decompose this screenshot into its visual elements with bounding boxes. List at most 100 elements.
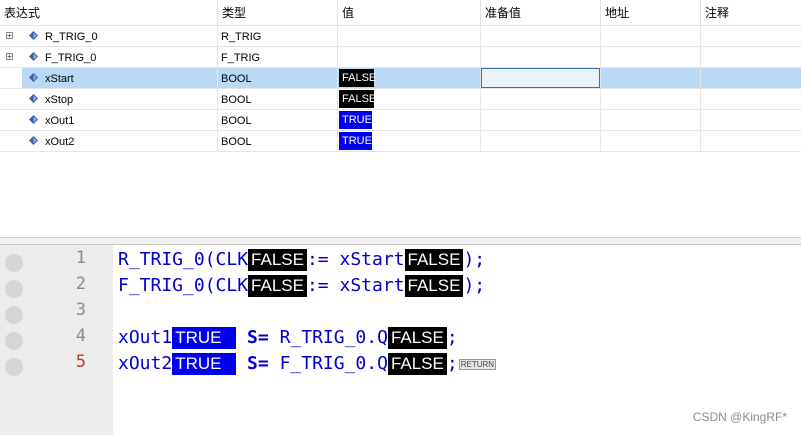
variable-name: xOut2 (45, 136, 75, 148)
code-editor[interactable]: 1 2 3 4 5 R_TRIG_0(CLK FALSE:= xStart FALS… (0, 245, 801, 435)
value-cell (338, 47, 481, 67)
watermark: CSDN @KingRF* (692, 410, 787, 424)
code-line-4[interactable]: xOut1 TRUE S= R_TRIG_0.Q FALSE; (118, 326, 458, 350)
value-badge-false: FALSE (339, 69, 376, 87)
table-row[interactable]: + F_TRIG_0 F_TRIG (0, 47, 801, 68)
code-text: := xStart (306, 275, 405, 296)
monitor-value-false[interactable]: FALSE (387, 327, 447, 349)
expression-cell: xStart (0, 68, 218, 88)
code-text: ); (463, 275, 486, 296)
comment-cell (701, 26, 801, 46)
table-row[interactable]: xOut2 BOOL TRUE (0, 131, 801, 152)
table-row-selected[interactable]: xStart BOOL FALSE (0, 68, 801, 89)
variable-icon (29, 94, 38, 103)
monitor-value-false[interactable]: FALSE (248, 249, 307, 271)
expand-icon[interactable]: + (6, 32, 13, 40)
prepared-value-cell[interactable] (481, 47, 601, 67)
set-operator: S= (247, 327, 269, 348)
line-number: 2 (75, 274, 86, 294)
address-cell (601, 89, 701, 109)
value-badge-true: TRUE (339, 132, 372, 150)
return-marker: RETURN (458, 358, 497, 370)
value-cell (338, 26, 481, 46)
code-text: F_TRIG_0(CLK (118, 275, 249, 296)
comment-cell (701, 47, 801, 67)
variable-name: xStart (45, 73, 74, 85)
code-line-2[interactable]: F_TRIG_0(CLK FALSE:= xStart FALSE); (118, 274, 485, 298)
comment-cell (701, 89, 801, 109)
address-cell (601, 68, 701, 88)
code-text: R_TRIG_0.Q (279, 327, 388, 348)
breakpoint-marker[interactable] (5, 332, 23, 350)
code-text: R_TRIG_0(CLK (118, 249, 249, 270)
value-cell: TRUE (338, 110, 481, 130)
code-text: xOut1 (118, 327, 173, 348)
table-row[interactable]: + R_TRIG_0 R_TRIG (0, 26, 801, 47)
variable-name: xOut1 (45, 115, 75, 127)
col-header-value[interactable]: 值 (338, 0, 481, 25)
expand-icon[interactable]: + (6, 53, 13, 61)
variable-icon (29, 115, 38, 124)
type-cell: BOOL (218, 131, 338, 151)
variable-name: R_TRIG_0 (45, 31, 98, 43)
col-header-expression[interactable]: 表达式 (0, 0, 218, 25)
col-header-prepared-value[interactable]: 准备值 (481, 0, 601, 25)
prepared-value-cell[interactable] (481, 68, 601, 88)
variable-icon (29, 136, 38, 145)
variable-icon (29, 73, 38, 82)
address-cell (601, 131, 701, 151)
monitor-value-true[interactable]: TRUE (172, 353, 237, 375)
variable-name: xStop (45, 94, 74, 106)
type-cell: R_TRIG (218, 26, 338, 46)
prepared-value-input[interactable] (481, 68, 600, 88)
breakpoint-marker[interactable] (5, 306, 23, 324)
code-text: := xStart (306, 249, 405, 270)
breakpoint-marker[interactable] (5, 254, 23, 272)
prepared-value-cell[interactable] (481, 89, 601, 109)
line-number: 3 (75, 300, 86, 320)
line-number: 4 (75, 326, 86, 346)
value-cell: TRUE (338, 131, 481, 151)
col-header-comment[interactable]: 注释 (701, 0, 801, 25)
code-line-5[interactable]: xOut2 TRUE S= F_TRIG_0.Q FALSE; RETURN (118, 352, 497, 376)
table-row[interactable]: xOut1 BOOL TRUE (0, 110, 801, 131)
prepared-value-cell[interactable] (481, 26, 601, 46)
breakpoint-marker[interactable] (5, 358, 23, 376)
monitor-value-false[interactable]: FALSE (387, 353, 447, 375)
pane-splitter[interactable] (0, 237, 801, 245)
monitor-value-false[interactable]: FALSE (404, 275, 464, 297)
expression-cell: + R_TRIG_0 (0, 26, 218, 46)
col-header-type[interactable]: 类型 (218, 0, 338, 25)
table-row[interactable]: xStop BOOL FALSE (0, 89, 801, 110)
breakpoint-marker[interactable] (5, 280, 23, 298)
monitor-value-false[interactable]: FALSE (404, 249, 464, 271)
type-cell: BOOL (218, 68, 338, 88)
monitor-value-false[interactable]: FALSE (248, 275, 307, 297)
address-cell (601, 110, 701, 130)
prepared-value-cell[interactable] (481, 110, 601, 130)
code-text: ); (463, 249, 486, 270)
expression-cell: + F_TRIG_0 (0, 47, 218, 67)
type-cell: BOOL (218, 110, 338, 130)
col-header-address[interactable]: 地址 (601, 0, 701, 25)
table-header: 表达式 类型 值 准备值 地址 注释 (0, 0, 801, 26)
watch-table: 表达式 类型 值 准备值 地址 注释 + R_TRIG_0 R_TRIG + F… (0, 0, 801, 240)
expression-cell: xOut2 (0, 131, 218, 151)
set-operator: S= (247, 353, 269, 374)
line-number: 1 (75, 248, 86, 268)
line-number-current: 5 (75, 352, 86, 372)
value-badge-true: TRUE (339, 111, 372, 129)
prepared-value-cell[interactable] (481, 131, 601, 151)
monitor-value-true[interactable]: TRUE (172, 327, 237, 349)
code-text: F_TRIG_0.Q (279, 353, 388, 374)
code-line-1[interactable]: R_TRIG_0(CLK FALSE:= xStart FALSE); (118, 248, 485, 272)
code-text: ; (446, 327, 458, 348)
comment-cell (701, 110, 801, 130)
value-cell: FALSE (338, 89, 481, 109)
code-text: xOut2 (118, 353, 173, 374)
address-cell (601, 26, 701, 46)
editor-gutter[interactable]: 1 2 3 4 5 (0, 245, 113, 435)
type-cell: BOOL (218, 89, 338, 109)
variable-name: F_TRIG_0 (45, 52, 97, 64)
variable-icon (29, 52, 38, 61)
